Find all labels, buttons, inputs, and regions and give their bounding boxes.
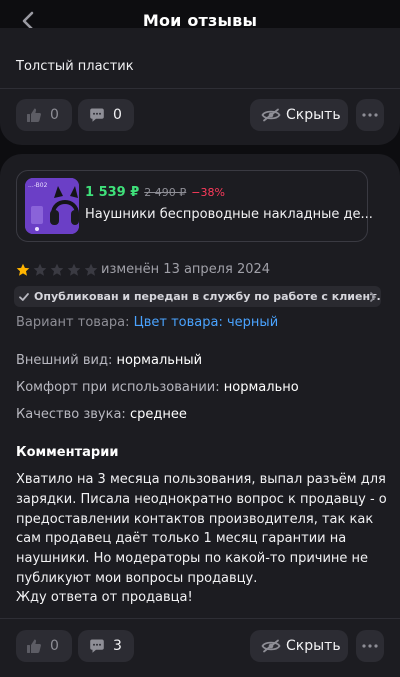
product-name: Наушники беспроводные накладные де... [85,207,373,222]
attribute-label: Качество звука: [16,407,126,422]
variant-label: Вариант товара: [16,315,130,330]
hide-button[interactable]: Скрыть [250,99,348,131]
chevron-right-icon [370,292,376,302]
thumb-label: ...-B02 [28,182,48,189]
price-row: 1 539 ₽ 2 490 ₽ −38% [85,185,225,200]
comment-line: Хватило на 3 месяца пользования, выпал р… [16,472,386,487]
edited-date: изменён 13 апреля 2024 [101,262,271,277]
thumbs-up-icon [27,639,41,653]
product-discount: −38% [191,186,225,199]
divider [0,88,400,89]
star-icon [67,263,81,276]
review-card: ...-B02 1 539 ₽ 2 490 ₽ −38% Наушники бе… [0,154,400,677]
hide-button[interactable]: Скрыть [250,630,348,662]
product-variant: Вариант товара: Цвет товара: черный [16,315,278,330]
more-dots-icon [362,113,378,117]
rating-stars [16,263,98,277]
attribute-label: Комфорт при использовании: [16,380,220,395]
attribute-row: Внешний вид: нормальный [16,353,202,368]
like-count: 0 [50,107,59,123]
star-icon [84,263,98,276]
comment-line: предоставлении контактов производителя, … [16,512,374,527]
comments-title: Комментарии [16,445,119,460]
attribute-label: Внешний вид: [16,353,113,368]
status-badge[interactable]: Опубликован и передан в службу по работе… [14,286,381,307]
hide-label: Скрыть [286,107,341,123]
status-text: Опубликован и передан в службу по работе… [34,290,381,303]
like-count: 0 [50,638,59,654]
review-text: Толстый пластик [16,59,134,74]
star-icon [50,263,64,276]
headphones-image: ...-B02 [25,178,79,234]
like-button[interactable]: 0 [16,99,72,131]
comment-icon [90,108,104,122]
review-card: Толстый пластик 0 0 Скрыть [0,28,400,145]
comments-button[interactable]: 3 [78,630,134,662]
eye-off-icon [261,108,281,122]
comment-line: сам продавец даёт только 1 месяц гаранти… [16,531,347,546]
thumbs-up-icon [27,108,41,122]
comment-line: зарядки. Писала неоднократно вопрос к пр… [16,492,387,507]
comment-icon [90,639,104,653]
comments-button[interactable]: 0 [78,99,134,131]
attribute-value: нормальный [116,353,203,368]
product-card[interactable]: ...-B02 1 539 ₽ 2 490 ₽ −38% Наушники бе… [16,170,373,242]
attribute-row: Качество звука: среднее [16,407,187,422]
comment-count: 0 [113,107,122,123]
attribute-value: среднее [129,407,187,422]
like-button[interactable]: 0 [16,630,72,662]
attribute-value: нормально [223,380,299,395]
eye-off-icon [261,639,281,653]
divider [0,618,400,619]
star-icon [33,263,47,276]
star-icon [16,263,30,276]
product-thumbnail: ...-B02 [25,178,79,234]
product-old-price: 2 490 ₽ [144,186,187,199]
comment-count: 3 [113,638,122,654]
comment-line: публикуют мои вопросы продавцу. [16,571,258,586]
more-button[interactable] [356,630,384,662]
more-dots-icon [362,644,378,648]
comment-line: Жду ответа от продавца! [16,590,193,605]
more-button[interactable] [356,99,384,131]
check-icon [19,292,29,301]
attribute-row: Комфорт при использовании: нормально [16,380,299,395]
hide-label: Скрыть [286,638,341,654]
variant-value[interactable]: Цвет товара: черный [134,315,279,330]
product-price: 1 539 ₽ [85,185,140,200]
comment-line: наушники. Но модераторы по какой-то прич… [16,551,369,566]
